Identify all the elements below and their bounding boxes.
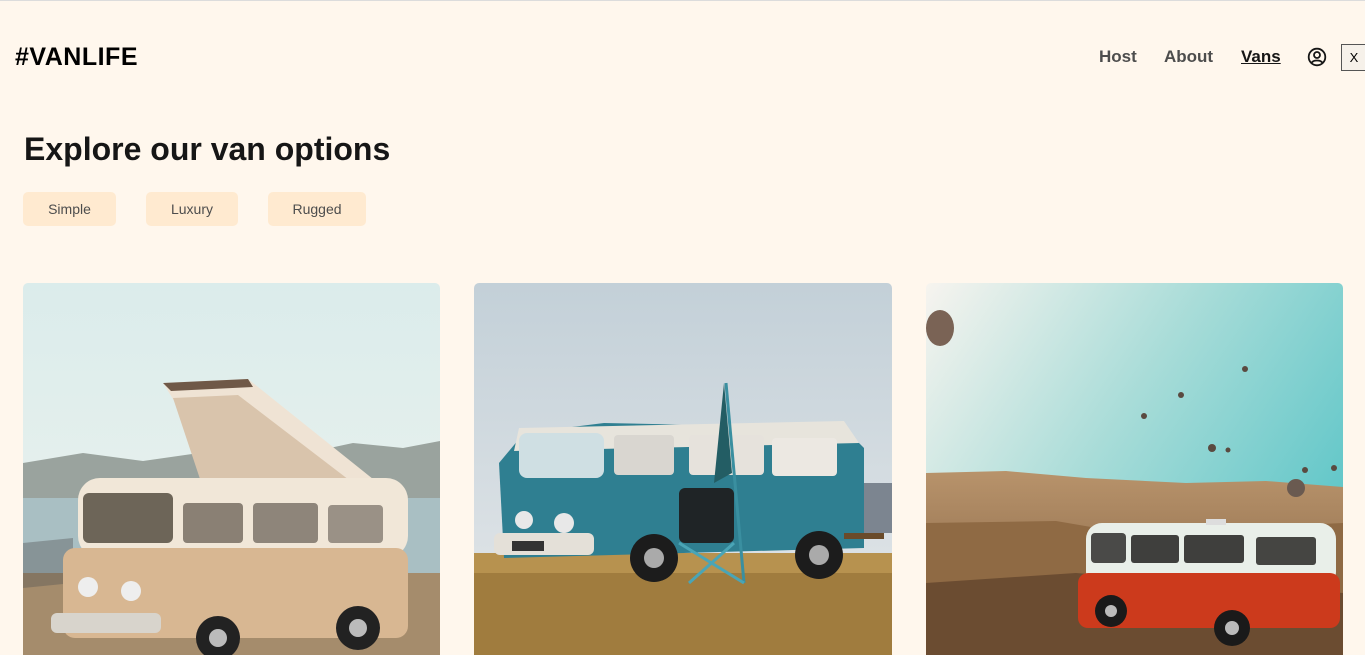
nav-link-about[interactable]: About xyxy=(1164,47,1213,67)
user-circle-icon[interactable] xyxy=(1307,47,1327,67)
close-button[interactable]: X xyxy=(1341,44,1365,71)
van-card-2[interactable] xyxy=(474,283,892,655)
site-logo[interactable]: #VANLIFE xyxy=(15,43,138,72)
filter-rugged-button[interactable]: Rugged xyxy=(268,192,366,226)
beige-camper-van-by-lake-photo xyxy=(23,283,440,655)
nav-link-host[interactable]: Host xyxy=(1099,47,1137,67)
filter-simple-button[interactable]: Simple xyxy=(23,192,116,226)
nav-link-vans[interactable]: Vans xyxy=(1241,47,1281,67)
page-title: Explore our van options xyxy=(24,131,391,167)
site-header: #VANLIFE Host About Vans X xyxy=(0,1,1365,111)
filter-luxury-button[interactable]: Luxury xyxy=(146,192,238,226)
van-card-3[interactable] xyxy=(926,283,1343,655)
teal-van-with-camping-chair-photo xyxy=(474,283,892,655)
van-card-1[interactable] xyxy=(23,283,440,655)
red-van-with-hot-air-balloons-photo xyxy=(926,283,1343,655)
